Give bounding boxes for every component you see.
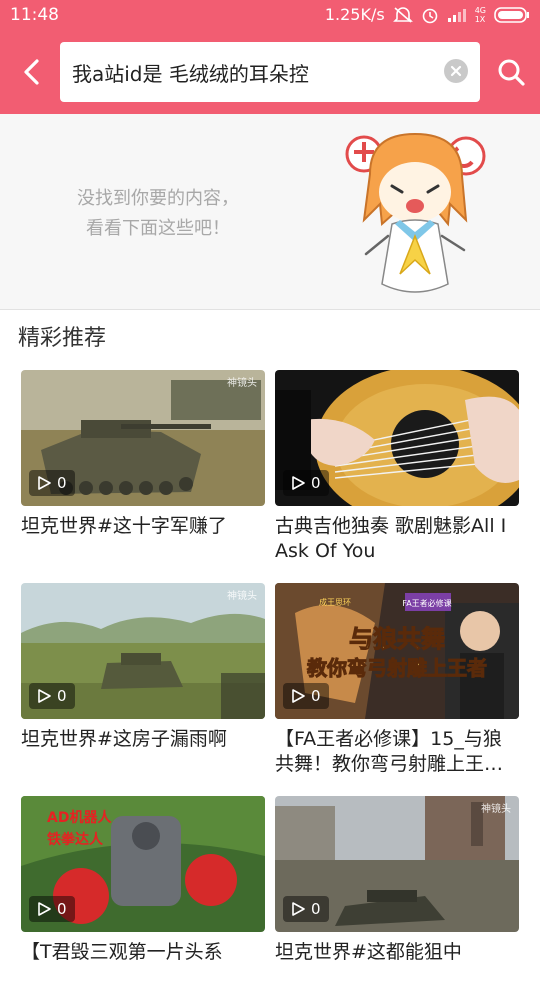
- network-type: 4G 1X: [474, 5, 486, 24]
- video-thumbnail: 神镜头 0: [21, 370, 265, 506]
- video-card[interactable]: 神镜头 0 坦克世界#这都能狙中: [275, 796, 519, 990]
- video-thumbnail: 神镜头 0: [21, 583, 265, 719]
- play-icon: [38, 902, 51, 916]
- play-count-badge: 0: [29, 683, 75, 709]
- search-field[interactable]: 我a站id是 毛绒绒的耳朵控: [60, 42, 480, 102]
- thumb-badge: 成王思环: [319, 597, 351, 607]
- video-thumbnail: AD机器人 铁拳达人 0: [21, 796, 265, 932]
- search-icon: [498, 59, 525, 86]
- video-card[interactable]: 0 古典吉他独奏 歌剧魅影All I Ask Of You: [275, 370, 519, 564]
- status-time: 11:48: [10, 5, 59, 25]
- clear-search-button[interactable]: [444, 59, 468, 83]
- play-icon: [292, 902, 305, 916]
- search-button[interactable]: [496, 56, 526, 88]
- video-title: 【FA王者必修课】15_与狼共舞！教你弯弓射雕上王…: [275, 728, 504, 775]
- video-title: 古典吉他独奏 歌剧魅影All I Ask Of You: [275, 515, 507, 562]
- thumb-badge: FA王者必修课: [402, 598, 451, 608]
- video-thumbnail: 神镜头 0: [275, 796, 519, 932]
- search-input[interactable]: 我a站id是 毛绒绒的耳朵控: [72, 58, 309, 87]
- status-bar: 11:48 1.25K/s 4G 1X: [0, 0, 540, 30]
- play-icon: [292, 689, 305, 703]
- play-count-badge: 0: [283, 683, 329, 709]
- play-count: 0: [57, 687, 67, 705]
- video-thumbnail: 0: [275, 370, 519, 506]
- mute-icon: [392, 6, 413, 24]
- play-count: 0: [57, 900, 67, 918]
- close-icon: [450, 65, 462, 77]
- network-speed: 1.25K/s: [324, 5, 385, 24]
- play-count-badge: 0: [283, 896, 329, 922]
- play-count: 0: [311, 687, 321, 705]
- thumb-caption: 教你弯弓射雕上王者: [307, 656, 487, 680]
- search-header: 我a站id是 毛绒绒的耳朵控: [0, 30, 540, 114]
- play-icon: [38, 689, 51, 703]
- video-card[interactable]: FA王者必修课 成王思环 与狼共舞 教你弯弓射雕上王者 0 【FA王者必修课】1…: [275, 583, 519, 777]
- battery-icon: [494, 6, 530, 24]
- video-title: 坦克世界#这都能狙中: [275, 941, 462, 963]
- empty-result-panel: 没找到你要的内容， 看看下面这些吧！: [0, 114, 540, 310]
- play-count-badge: 0: [283, 470, 329, 496]
- thumb-caption: 与狼共舞: [349, 625, 445, 653]
- alarm-icon: [421, 6, 439, 24]
- signal-icon: [447, 7, 467, 23]
- video-card[interactable]: AD机器人 铁拳达人 0 【T君毁三观第一片头系: [21, 796, 265, 990]
- section-title: 精彩推荐: [18, 326, 107, 351]
- watermark: 神镜头: [481, 804, 511, 815]
- play-icon: [292, 476, 305, 490]
- video-title: 【T君毁三观第一片头系: [21, 941, 223, 963]
- play-count: 0: [311, 900, 321, 918]
- video-card[interactable]: 神镜头 0 坦克世界#这房子漏雨啊: [21, 583, 265, 777]
- video-card[interactable]: 神镜头 0 坦克世界#这十字军赚了: [21, 370, 265, 564]
- video-thumbnail: FA王者必修课 成王思环 与狼共舞 教你弯弓射雕上王者 0: [275, 583, 519, 719]
- watermark: 神镜头: [227, 591, 257, 602]
- video-title: 坦克世界#这房子漏雨啊: [21, 728, 227, 750]
- thumb-caption: 铁拳达人: [47, 831, 104, 848]
- play-count: 0: [57, 474, 67, 492]
- play-count: 0: [311, 474, 321, 492]
- back-button[interactable]: [14, 54, 48, 90]
- play-icon: [38, 476, 51, 490]
- play-count-badge: 0: [29, 470, 75, 496]
- mascot-illustration: [345, 132, 486, 293]
- watermark: 神镜头: [227, 378, 257, 389]
- back-arrow-icon: [24, 59, 39, 85]
- empty-message: 没找到你要的内容， 看看下面这些吧！: [77, 188, 239, 239]
- play-count-badge: 0: [29, 896, 75, 922]
- video-title: 坦克世界#这十字军赚了: [21, 515, 227, 537]
- thumb-caption: AD机器人: [47, 809, 112, 826]
